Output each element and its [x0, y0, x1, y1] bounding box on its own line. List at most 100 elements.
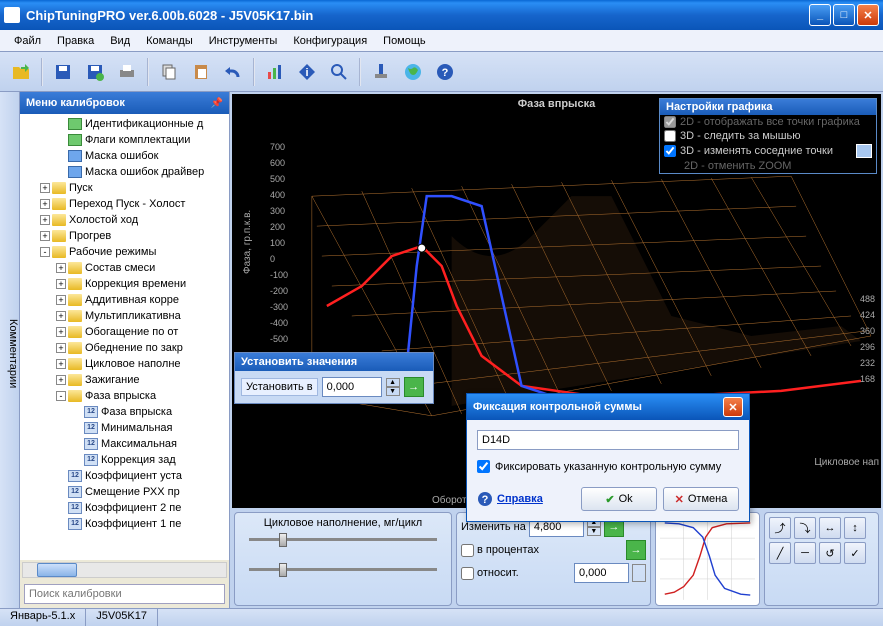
- tree-expander[interactable]: +: [56, 311, 66, 321]
- folder-icon: [68, 294, 82, 306]
- compress-button[interactable]: ↕: [844, 517, 866, 539]
- tree-expander[interactable]: +: [40, 231, 50, 241]
- tree-item[interactable]: +Мультипликативна: [20, 308, 229, 324]
- info-button[interactable]: i: [292, 57, 322, 87]
- undo-button[interactable]: [218, 57, 248, 87]
- tree-expander[interactable]: +: [40, 215, 50, 225]
- tree-item[interactable]: +Обеднение по закр: [20, 340, 229, 356]
- print-button[interactable]: [112, 57, 142, 87]
- tree-item[interactable]: +Прогрев: [20, 228, 229, 244]
- set-value-apply-button[interactable]: →: [404, 377, 424, 397]
- paste-button[interactable]: [186, 57, 216, 87]
- tree-item[interactable]: +Состав смеси: [20, 260, 229, 276]
- menu-view[interactable]: Вид: [104, 33, 136, 49]
- set-value-input[interactable]: [322, 377, 382, 397]
- line-button[interactable]: ╱: [769, 542, 791, 564]
- menu-tools[interactable]: Инструменты: [203, 33, 284, 49]
- flat-button[interactable]: ─: [794, 542, 816, 564]
- tree-item[interactable]: 12Фаза впрыска: [20, 404, 229, 420]
- leaf-b-icon: [68, 150, 82, 162]
- tree-item[interactable]: +Коррекция времени: [20, 276, 229, 292]
- connect-button[interactable]: [366, 57, 396, 87]
- tree-item[interactable]: Идентификационные д: [20, 116, 229, 132]
- tree-item[interactable]: +Обогащение по от: [20, 324, 229, 340]
- curve-down-button[interactable]: ⤵: [794, 517, 816, 539]
- save-button[interactable]: [48, 57, 78, 87]
- menu-commands[interactable]: Команды: [140, 33, 199, 49]
- tree-item[interactable]: 12Смещение РХХ пр: [20, 484, 229, 500]
- tree-item[interactable]: Маска ошибок: [20, 148, 229, 164]
- tree-expander[interactable]: -: [40, 247, 50, 257]
- dialog-close-button[interactable]: ✕: [723, 397, 743, 417]
- tree-item[interactable]: -Рабочие режимы: [20, 244, 229, 260]
- minimize-button[interactable]: _: [809, 4, 831, 26]
- pct-checkbox[interactable]: [461, 544, 474, 557]
- spin-down[interactable]: ▼: [587, 527, 601, 536]
- tree-item[interactable]: 12Коэффициент 2 пе: [20, 500, 229, 516]
- leaf-12-icon: 12: [68, 486, 82, 498]
- zoom-button[interactable]: [324, 57, 354, 87]
- status-cell-2[interactable]: J5V05K17: [86, 609, 158, 626]
- save-as-button[interactable]: [80, 57, 110, 87]
- tree-expander[interactable]: +: [56, 359, 66, 369]
- tree-item[interactable]: 12Минимальная: [20, 420, 229, 436]
- stretch-button[interactable]: ↔: [819, 517, 841, 539]
- setval-spin-up[interactable]: ▲: [386, 378, 400, 387]
- pin-icon[interactable]: 📌: [211, 98, 223, 109]
- apply-curve-button[interactable]: ✓: [844, 542, 866, 564]
- rel-value-input[interactable]: [574, 563, 629, 583]
- open-button[interactable]: [6, 57, 36, 87]
- tree-expander[interactable]: +: [56, 279, 66, 289]
- tree-item[interactable]: Маска ошибок драйвер: [20, 164, 229, 180]
- globe-button[interactable]: [398, 57, 428, 87]
- tree-item[interactable]: 12Максимальная: [20, 436, 229, 452]
- tree-item[interactable]: +Переход Пуск - Холост: [20, 196, 229, 212]
- menu-edit[interactable]: Правка: [51, 33, 100, 49]
- fix-checksum-checkbox[interactable]: [477, 460, 490, 473]
- tree-hscroll[interactable]: [22, 562, 227, 578]
- leaf-b-icon: [68, 166, 82, 178]
- tree-expander[interactable]: +: [40, 183, 50, 193]
- checksum-input[interactable]: [477, 430, 739, 450]
- reset-button[interactable]: ↺: [819, 542, 841, 564]
- tree-item[interactable]: +Цикловое наполне: [20, 356, 229, 372]
- tree-item[interactable]: 12Коэффициент 1 пе: [20, 516, 229, 532]
- close-button[interactable]: ✕: [857, 4, 879, 26]
- mini-chart[interactable]: [655, 512, 760, 606]
- tree-expander[interactable]: +: [56, 343, 66, 353]
- slider-2[interactable]: [249, 559, 436, 579]
- menu-help[interactable]: Помощь: [377, 33, 432, 49]
- tree-expander[interactable]: +: [56, 375, 66, 385]
- help-link[interactable]: ? Справка: [477, 491, 543, 507]
- calibrations-tree[interactable]: Идентификационные дФлаги комплектацииМас…: [20, 114, 229, 560]
- tree-item[interactable]: 12Коэффициент уста: [20, 468, 229, 484]
- tree-item[interactable]: +Пуск: [20, 180, 229, 196]
- tree-expander[interactable]: -: [56, 391, 66, 401]
- menu-config[interactable]: Конфигурация: [287, 33, 373, 49]
- chart-button[interactable]: [260, 57, 290, 87]
- setval-spin-down[interactable]: ▼: [386, 387, 400, 396]
- tree-item[interactable]: +Холостой ход: [20, 212, 229, 228]
- pct-apply-button[interactable]: →: [626, 540, 646, 560]
- help-button[interactable]: ?: [430, 57, 460, 87]
- tree-item[interactable]: 12Коррекция зад: [20, 452, 229, 468]
- tree-item[interactable]: Флаги комплектации: [20, 132, 229, 148]
- comments-tab[interactable]: Комментарии: [0, 92, 20, 608]
- copy-button[interactable]: [154, 57, 184, 87]
- ok-button[interactable]: ✔Ok: [581, 487, 657, 511]
- rel-checkbox[interactable]: [461, 567, 474, 580]
- search-input[interactable]: [24, 584, 225, 604]
- cancel-button[interactable]: ✕Отмена: [663, 487, 739, 511]
- status-cell-1[interactable]: Январь-5.1.x: [0, 609, 86, 626]
- tree-expander[interactable]: +: [56, 263, 66, 273]
- curve-up-button[interactable]: ⤴: [769, 517, 791, 539]
- menu-file[interactable]: Файл: [8, 33, 47, 49]
- tree-expander[interactable]: +: [56, 295, 66, 305]
- tree-expander[interactable]: +: [40, 199, 50, 209]
- slider-1[interactable]: [249, 529, 436, 549]
- maximize-button[interactable]: □: [833, 4, 855, 26]
- tree-item[interactable]: +Зажигание: [20, 372, 229, 388]
- tree-item[interactable]: -Фаза впрыска: [20, 388, 229, 404]
- tree-item[interactable]: +Аддитивная корре: [20, 292, 229, 308]
- tree-expander[interactable]: +: [56, 327, 66, 337]
